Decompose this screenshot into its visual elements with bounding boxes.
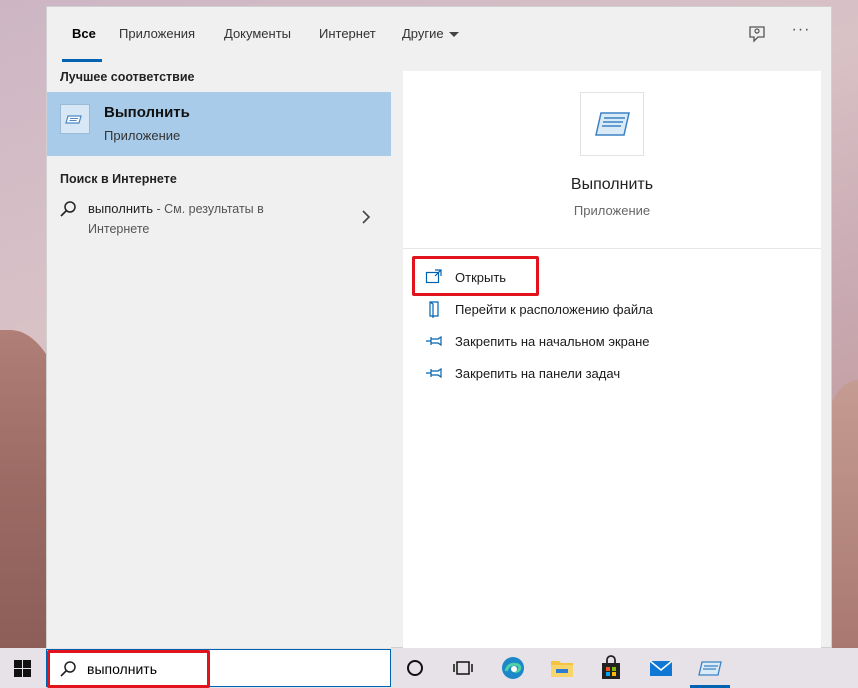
result-type: Приложение [104, 128, 181, 143]
results-pane: Лучшее соответствие Выполнить Приложение… [47, 65, 391, 649]
web-result-hint: - См. результаты в [153, 202, 264, 216]
tab-all[interactable]: Все [72, 26, 96, 41]
file-explorer-icon[interactable] [549, 655, 575, 681]
file-location-label: Перейти к расположению файла [455, 302, 653, 317]
pin-taskbar-label: Закрепить на панели задач [455, 366, 621, 381]
search-panel: Все Приложения Документы Интернет Другие… [46, 6, 832, 649]
tab-documents[interactable]: Документы [224, 26, 291, 41]
open-file-location-action[interactable]: Перейти к расположению файла [425, 298, 805, 322]
taskbar [0, 648, 858, 688]
pin-start-label: Закрепить на начальном экране [455, 334, 650, 349]
open-label: Открыть [455, 270, 507, 285]
windows-logo-icon [14, 660, 31, 677]
folder-icon [429, 301, 439, 318]
taskbar-search-box[interactable] [46, 649, 391, 687]
task-view-icon[interactable] [450, 655, 476, 681]
more-icon[interactable]: ··· [789, 21, 813, 43]
best-match-result[interactable]: Выполнить Приложение [47, 92, 391, 156]
search-tabs-bar: Все Приложения Документы Интернет Другие… [47, 7, 831, 65]
pin-to-start-action[interactable]: Закрепить на начальном экране [425, 330, 805, 354]
chevron-down-icon [448, 32, 459, 38]
preview-title: Выполнить [570, 176, 654, 193]
open-icon [425, 269, 442, 284]
run-app-icon [60, 104, 90, 134]
cortana-icon[interactable] [402, 655, 428, 681]
preview-pane: Выполнить Приложение Открыть Перейти к р… [403, 71, 821, 649]
search-icon [60, 201, 76, 217]
store-icon[interactable] [598, 655, 624, 681]
tab-more[interactable]: Другие [402, 26, 459, 41]
pin-icon [426, 367, 442, 379]
search-icon [60, 661, 76, 677]
result-name: Выполнить [104, 104, 190, 121]
web-result-query: выполнить [88, 201, 153, 216]
search-input[interactable] [87, 658, 377, 680]
chevron-right-icon[interactable] [361, 209, 371, 225]
web-search-heading: Поиск в Интернете [60, 172, 177, 186]
web-search-result[interactable]: выполнить - См. результаты в Интернете [47, 197, 391, 245]
tab-apps[interactable]: Приложения [119, 26, 195, 41]
preview-subtitle: Приложение [573, 203, 651, 218]
tab-web[interactable]: Интернет [319, 26, 376, 41]
web-result-text: выполнить - См. результаты в [88, 201, 264, 216]
web-result-hint-line2: Интернете [88, 222, 150, 236]
pin-to-taskbar-action[interactable]: Закрепить на панели задач [425, 362, 805, 386]
run-app-icon[interactable] [697, 655, 723, 681]
open-action[interactable]: Открыть [425, 266, 805, 290]
edge-icon[interactable] [500, 655, 526, 681]
active-tab-indicator [62, 59, 102, 62]
mail-icon[interactable] [648, 655, 674, 681]
best-match-heading: Лучшее соответствие [60, 70, 195, 84]
preview-app-icon [580, 92, 644, 156]
divider [403, 248, 821, 249]
tab-more-label: Другие [402, 26, 444, 41]
feedback-icon[interactable] [747, 23, 769, 45]
pin-icon [426, 335, 442, 347]
run-app-icon [595, 112, 630, 136]
start-button[interactable] [0, 648, 46, 688]
